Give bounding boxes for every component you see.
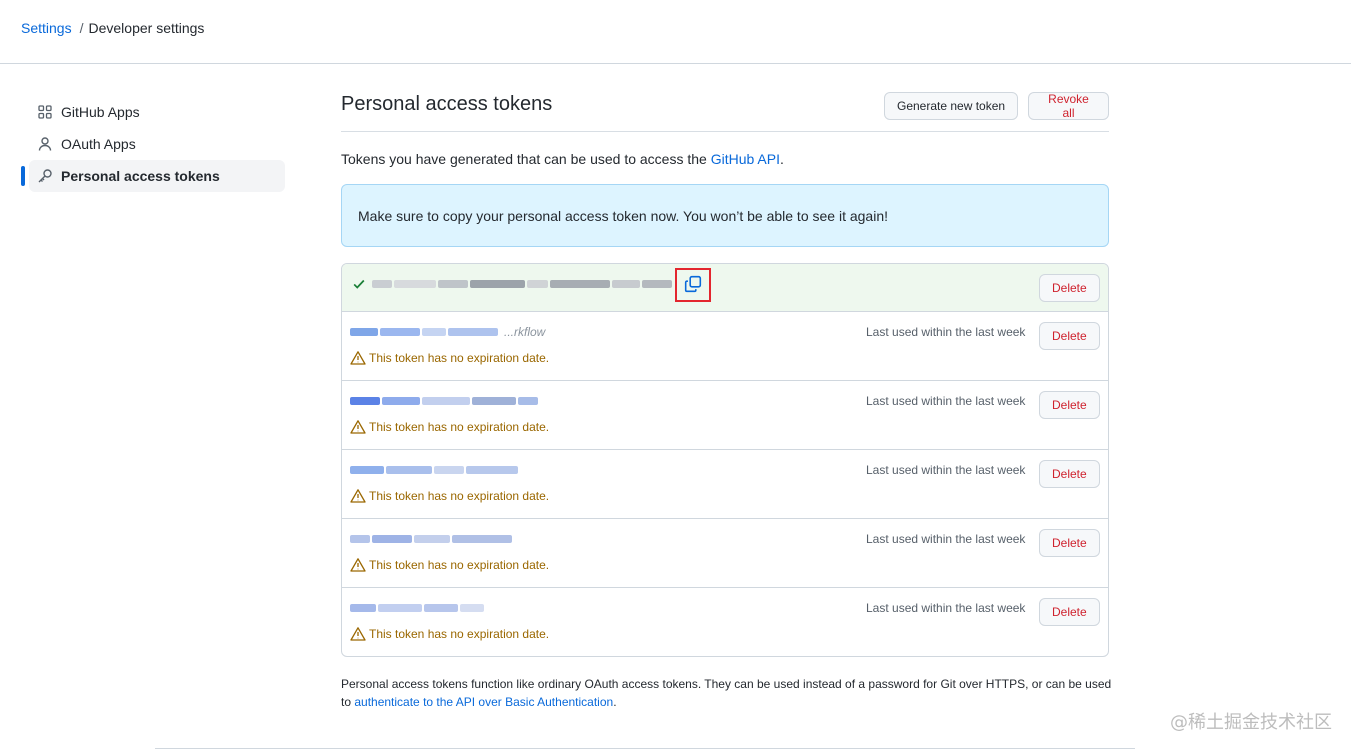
token-expiration-warning: This token has no expiration date. [350,350,549,366]
breadcrumb-separator: / [79,20,84,36]
token-row: This token has no expiration date. Last … [342,518,1108,587]
settings-sidebar: GitHub Apps OAuth Apps Personal access t… [21,96,285,192]
delete-token-button[interactable]: Delete [1039,598,1100,626]
key-icon [37,168,53,184]
intro-text: Tokens you have generated that can be us… [341,151,784,167]
token-expiration-warning: This token has no expiration date. [350,557,549,573]
token-last-used: Last used within the last week [866,394,1026,408]
apps-icon [37,104,53,120]
token-name-redacted[interactable] [350,395,610,407]
token-expiration-warning: This token has no expiration date. [350,626,549,642]
check-icon [352,277,366,291]
token-expiration-warning: This token has no expiration date. [350,419,549,435]
alert-icon [350,350,366,366]
person-icon [37,136,53,152]
token-row: This token has no expiration date. Last … [342,449,1108,518]
revoke-all-button[interactable]: Revoke all [1028,92,1109,120]
page-header: Personal access tokens Generate new toke… [341,88,1109,132]
watermark: @稀土掘金技术社区 [1170,712,1332,733]
copy-token-button[interactable] [675,268,711,302]
sidebar-item-oauth-apps[interactable]: OAuth Apps [21,128,285,160]
token-last-used: Last used within the last week [866,463,1026,477]
token-list: Delete ...rkflow This token has no expir… [341,263,1109,657]
footer-note: Personal access tokens function like ord… [341,677,1112,709]
bottom-divider [155,748,1135,749]
main-content: Personal access tokens Generate new toke… [341,88,1111,711]
token-name-redacted[interactable]: ...rkflow [350,325,610,339]
token-expiration-warning: This token has no expiration date. [350,488,549,504]
alert-icon [350,557,366,573]
token-row: This token has no expiration date. Last … [342,587,1108,656]
token-row: ...rkflow This token has no expiration d… [342,311,1108,380]
alert-icon [350,488,366,504]
token-name-redacted[interactable] [350,464,610,476]
alert-icon [350,626,366,642]
sidebar-item-label: GitHub Apps [61,104,140,120]
token-name-redacted[interactable] [350,533,610,545]
delete-token-button[interactable]: Delete [1039,322,1100,350]
token-row: This token has no expiration date. Last … [342,380,1108,449]
delete-token-button[interactable]: Delete [1039,391,1100,419]
new-token-value [352,277,673,291]
top-bar: Settings / Developer settings [0,0,1351,64]
new-token-row: Delete [342,264,1108,311]
token-name-redacted[interactable] [350,602,610,614]
token-last-used: Last used within the last week [866,325,1026,339]
alert-icon [350,419,366,435]
token-last-used: Last used within the last week [866,601,1026,615]
breadcrumb: Settings / Developer settings [21,20,204,36]
breadcrumb-current: Developer settings [88,20,205,36]
flash-message: Make sure to copy your personal access t… [358,207,888,224]
sidebar-item-personal-access-tokens[interactable]: Personal access tokens [21,160,285,192]
github-api-link[interactable]: GitHub API [711,151,780,167]
delete-token-button[interactable]: Delete [1039,460,1100,488]
sidebar-item-github-apps[interactable]: GitHub Apps [21,96,285,128]
token-last-used: Last used within the last week [866,532,1026,546]
breadcrumb-settings-link[interactable]: Settings [21,20,72,36]
token-value-redacted[interactable] [372,280,673,288]
basic-auth-link[interactable]: authenticate to the API over Basic Authe… [354,695,613,709]
delete-token-button[interactable]: Delete [1039,274,1100,302]
copy-token-flash: Make sure to copy your personal access t… [341,184,1109,247]
generate-new-token-button[interactable]: Generate new token [884,92,1019,120]
delete-token-button[interactable]: Delete [1039,529,1100,557]
sidebar-item-label: OAuth Apps [61,136,136,152]
page-title: Personal access tokens [341,93,553,115]
copy-icon [684,275,702,296]
sidebar-item-label: Personal access tokens [61,168,220,184]
